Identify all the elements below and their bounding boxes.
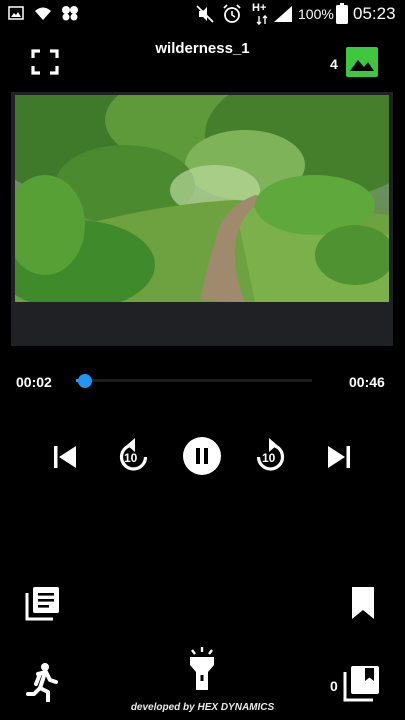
previous-track-icon[interactable] <box>53 445 77 469</box>
bookmark-icon[interactable] <box>351 586 375 620</box>
running-man-icon[interactable] <box>26 662 60 702</box>
seek-bar-track[interactable] <box>76 379 312 382</box>
forward-seconds: 10 <box>262 451 276 465</box>
video-title: wilderness_1 <box>155 40 250 57</box>
cluster-icon <box>62 6 78 21</box>
alarm-icon <box>223 4 241 23</box>
pause-button[interactable] <box>183 437 221 475</box>
battery-icon <box>336 3 348 24</box>
battery-percent: 100% <box>298 6 334 22</box>
video-frame[interactable] <box>15 95 389 302</box>
queue-count: 0 <box>330 678 338 694</box>
clock: 05:23 <box>353 4 396 23</box>
rewind-seconds: 10 <box>124 451 138 465</box>
seek-bar-thumb[interactable] <box>78 374 93 388</box>
rewind-10-button[interactable]: 10 <box>115 436 153 474</box>
pause-icon <box>196 448 208 464</box>
mute-icon <box>196 5 214 23</box>
forward-10-button[interactable]: 10 <box>251 436 289 474</box>
image-icon <box>8 6 24 20</box>
gallery-icon[interactable] <box>346 47 378 77</box>
library-bookmark-icon[interactable] <box>343 664 381 702</box>
signal-icon <box>274 6 292 22</box>
wifi-icon <box>35 7 51 20</box>
playlist-icon[interactable] <box>25 585 61 621</box>
developer-credit: developed by HEX DYNAMICS <box>130 702 275 713</box>
flashlight-icon[interactable] <box>187 647 217 691</box>
status-bar: H+ 100% 05:23 <box>0 0 405 28</box>
duration: 00:46 <box>349 374 385 390</box>
next-track-icon[interactable] <box>327 445 351 469</box>
network-icon <box>256 15 268 25</box>
current-time: 00:02 <box>16 374 52 390</box>
network-type-label: H+ <box>252 2 267 14</box>
image-count: 4 <box>330 56 338 72</box>
